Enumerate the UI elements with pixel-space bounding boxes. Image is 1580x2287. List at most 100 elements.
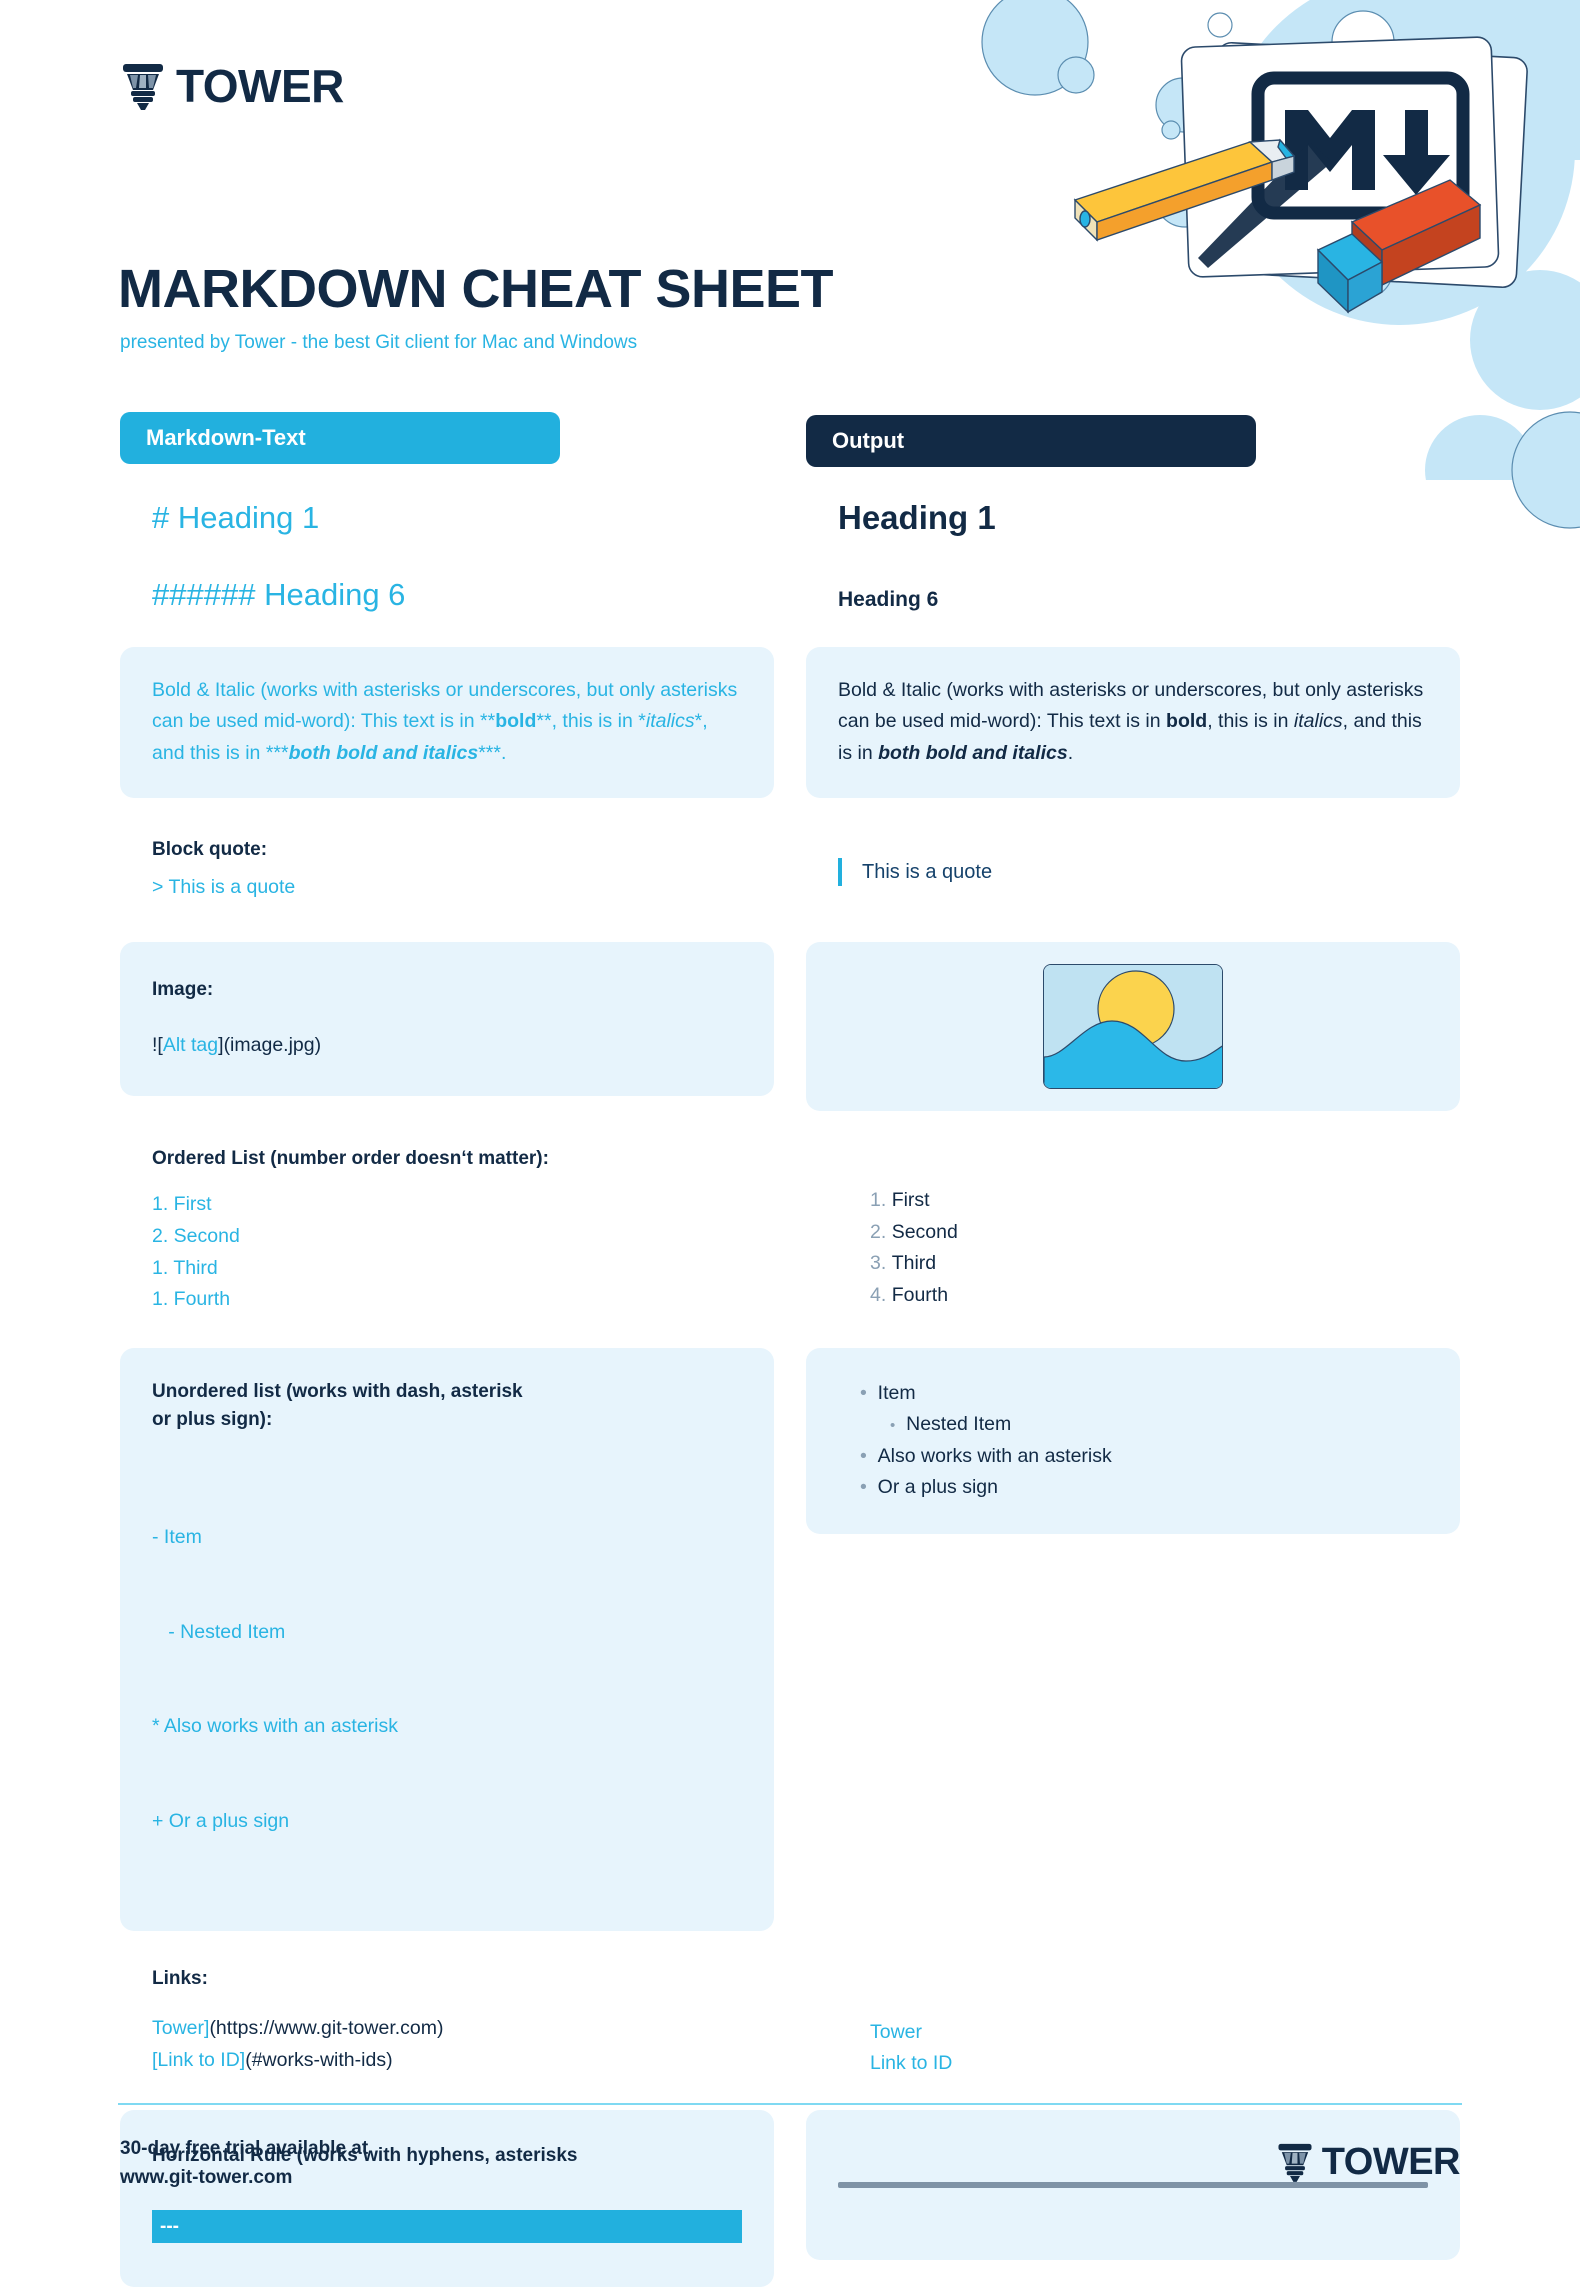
tower-logo-icon xyxy=(1278,2143,1312,2182)
page-subtitle: presented by Tower - the best Git client… xyxy=(120,332,638,353)
bi-md-stars-open-both: *** xyxy=(265,742,289,765)
image-md: ![Alt tag](image.jpg) xyxy=(152,1030,742,1062)
landscape-image-placeholder-icon xyxy=(1044,964,1222,1088)
markdown-orderedlist-source: Ordered List (number order doesn‘t matte… xyxy=(120,1141,774,1320)
bullet-icon: • xyxy=(890,1417,896,1435)
bi-md-stars-open-bold: ** xyxy=(480,710,496,733)
list-item: • Also works with an asterisk xyxy=(860,1441,1428,1473)
row-heading-1: # Heading 1 Heading 1 xyxy=(120,489,1460,538)
list-item: 1. Fourth xyxy=(152,1288,231,1311)
list-item: 1. First xyxy=(870,1185,1428,1217)
list-item: [Link to ID](#works-with-ids) xyxy=(152,2045,742,2077)
row-links: Links: Tower](https://www.git-tower.com)… xyxy=(120,1961,1460,2084)
bi-md-stars-close-bold: ** xyxy=(536,710,552,733)
list-item: 3. Third xyxy=(870,1248,1428,1280)
bi-md-bolditalic: both bold and italics xyxy=(288,742,479,765)
tower-logo-icon xyxy=(123,64,163,110)
heading1-md-text: Heading 1 xyxy=(177,500,320,535)
output-link-tower[interactable]: Tower xyxy=(870,2017,1428,2049)
heading1-hash: # xyxy=(152,500,170,535)
bullet-icon: • xyxy=(860,1476,867,1499)
bi-out-part2: , this is in xyxy=(1207,710,1294,733)
list-text: Also works with an asterisk xyxy=(877,1444,1112,1467)
output-ordered-list: 1. First 2. Second 3. Third 4. Fourth xyxy=(806,1141,1460,1315)
list-item: Tower](https://www.git-tower.com) xyxy=(152,2013,742,2045)
list-item: 1. First xyxy=(152,1193,212,1216)
heading6-md-text: Heading 6 xyxy=(264,576,406,612)
list-text: Nested Item xyxy=(906,1413,1012,1436)
bi-md-period: . xyxy=(500,742,507,765)
list-text: Third xyxy=(891,1252,937,1275)
output-links: Tower Link to ID xyxy=(806,1961,1460,2084)
row-heading-6: ###### Heading 6 Heading 6 xyxy=(120,566,1460,615)
unorderedlist-label-line1: Unordered list (works with dash, asteris… xyxy=(152,1380,523,1402)
bi-out-bolditalic: both bold and italics xyxy=(878,742,1068,765)
footer-line1: 30-day free trial available at xyxy=(120,2138,369,2159)
markdown-column-header: Markdown-Text xyxy=(120,412,560,464)
markdown-image-source: Image: ![Alt tag](image.jpg) xyxy=(120,941,774,1096)
output-image-thumbnail xyxy=(1043,963,1223,1089)
bi-md-star-open-italic: * xyxy=(638,710,646,733)
list-item: + Or a plus sign xyxy=(152,1810,290,1833)
unorderedlist-label-line2: or plus sign): xyxy=(152,1409,273,1431)
bi-md-part2: , this is in xyxy=(551,710,639,733)
output-heading1: Heading 1 xyxy=(838,499,996,536)
image-md-path: (image.jpg) xyxy=(223,1034,322,1057)
link-md-url-2: (#works-with-ids) xyxy=(245,2048,393,2071)
row-ordered-list: Ordered List (number order doesn‘t matte… xyxy=(120,1141,1460,1320)
bi-md-italic: italics xyxy=(645,710,695,733)
markdown-bolditalic-source: Bold & Italic (works with asterisks or u… xyxy=(120,646,774,798)
bi-out-italic: italics xyxy=(1293,710,1343,733)
row-blockquote: Block quote: > This is a quote This is a… xyxy=(120,832,1460,908)
link-md-text-2: [Link to ID] xyxy=(152,2048,246,2071)
list-text: Or a plus sign xyxy=(877,1476,998,1499)
list-item: 2. Second xyxy=(152,1225,240,1247)
list-number: 3. xyxy=(870,1252,887,1275)
orderedlist-md-items: 1. First 2. Second 1. Third 1. Fourth xyxy=(152,1189,742,1315)
footer-text: 30-day free trial available at www.git-t… xyxy=(120,2134,368,2193)
output-column-header: Output xyxy=(806,415,1256,467)
output-blockquote-wrap: This is a quote xyxy=(806,832,1460,890)
markdown-heading6-source: ###### Heading 6 xyxy=(120,566,774,615)
list-item: * Also works with an asterisk xyxy=(152,1715,399,1738)
list-text: Second xyxy=(891,1220,958,1243)
image-md-alt: Alt tag xyxy=(162,1034,219,1057)
link-md-text-1: Tower] xyxy=(152,2017,210,2040)
brand-logo: TOWER xyxy=(120,62,344,110)
bullet-icon: • xyxy=(860,1444,867,1467)
list-item: 4. Fourth xyxy=(870,1280,1428,1312)
list-item: • Item xyxy=(860,1378,1428,1410)
bi-md-stars-close-both: *** xyxy=(478,742,501,765)
markdown-links-source: Links: Tower](https://www.git-tower.com)… xyxy=(120,1961,774,2081)
list-text: Fourth xyxy=(891,1283,949,1306)
list-item: 2. Second xyxy=(870,1217,1428,1249)
list-item: - Nested Item xyxy=(152,1620,286,1643)
brand-name: TOWER xyxy=(176,60,344,112)
orderedlist-label: Ordered List (number order doesn‘t matte… xyxy=(152,1147,549,1169)
output-bolditalic: Bold & Italic (works with asterisks or u… xyxy=(806,646,1460,798)
blockquote-label: Block quote: xyxy=(152,838,268,860)
bi-out-bold: bold xyxy=(1166,710,1208,733)
footer-brand-name: TOWER xyxy=(1321,2141,1461,2183)
markdown-heading1-source: # Heading 1 xyxy=(120,489,774,538)
list-number: 2. xyxy=(870,1220,887,1243)
blockquote-md: > This is a quote xyxy=(152,876,296,899)
markdown-blockquote-source: Block quote: > This is a quote xyxy=(120,832,774,908)
output-blockquote: This is a quote xyxy=(838,857,1428,886)
link-md-url-1: (https://www.git-tower.com) xyxy=(209,2017,444,2040)
column-headers: Markdown-Text Output xyxy=(120,412,1460,467)
page-title: MARKDOWN CHEAT SHEET xyxy=(118,259,833,319)
output-link-id[interactable]: Link to ID xyxy=(870,2048,1428,2080)
markdown-unorderedlist-source: Unordered list (works with dash, asteris… xyxy=(120,1347,774,1931)
row-unordered-list: Unordered list (works with dash, asteris… xyxy=(120,1347,1460,1931)
list-text: First xyxy=(891,1188,930,1211)
list-text: Item xyxy=(877,1381,916,1404)
hr-md-code: --- xyxy=(152,2210,742,2244)
heading6-hashes: ###### xyxy=(152,576,256,612)
output-hr-card xyxy=(806,2109,1460,2260)
footer-divider xyxy=(118,2103,1462,2105)
links-md: Tower](https://www.git-tower.com) [Link … xyxy=(152,2013,742,2076)
list-item: - Item xyxy=(152,1525,202,1548)
footer-line2: www.git-tower.com xyxy=(120,2167,293,2189)
list-item: • Nested Item xyxy=(860,1409,1428,1441)
